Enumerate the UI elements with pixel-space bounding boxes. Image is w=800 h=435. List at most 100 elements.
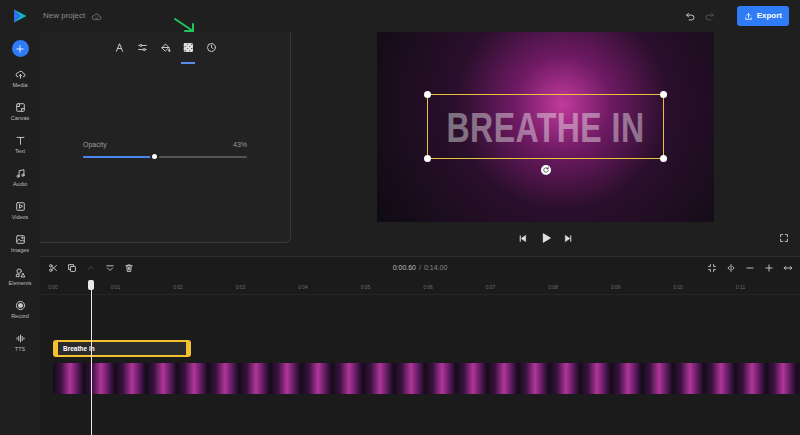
project-name[interactable]: New project (43, 10, 85, 22)
next-button[interactable] (563, 231, 575, 245)
record-icon (15, 300, 26, 311)
resize-handle[interactable] (660, 91, 667, 98)
undo-button[interactable] (684, 9, 698, 23)
ruler-label: 0:08 (543, 284, 563, 290)
sidebar-item[interactable]: Audio (0, 168, 40, 193)
cloud-saved-icon (91, 11, 102, 22)
top-bar: New project Export (0, 0, 800, 32)
ruler-label: 0:02 (168, 284, 188, 290)
fit-button[interactable] (705, 262, 718, 275)
fill-tab-icon (160, 42, 171, 53)
plus-icon (15, 44, 25, 54)
timeline: 0:00.60/0:14.000:000:010:020:030:040:050… (40, 256, 800, 435)
elements-icon (15, 267, 26, 278)
panel-tab[interactable] (135, 32, 149, 64)
audio-icon (15, 168, 26, 179)
fullscreen-button[interactable] (778, 232, 790, 244)
time-ruler[interactable]: 0:00 0:01 0:02 0:03 0:04 0:05 0:06 0:07 0:08 0:09… (40, 279, 800, 295)
zoom-out-icon (745, 263, 755, 273)
redo-button[interactable] (703, 9, 717, 23)
delete-icon (124, 263, 134, 273)
ruler-label: 0:04 (293, 284, 313, 290)
fit-icon (707, 263, 717, 273)
sidebar: Media Canvas Text Audio Videos Images Elements… (0, 32, 40, 435)
upload-icon (744, 12, 753, 21)
expand-button[interactable] (781, 262, 794, 275)
split-icon (48, 263, 58, 273)
sidebar-item[interactable]: Images (0, 234, 40, 259)
opacity-label: Opacity (83, 140, 107, 151)
sidebar-item[interactable]: Canvas (0, 102, 40, 127)
playback-controls (517, 231, 575, 245)
zoom-out-button[interactable] (743, 262, 756, 275)
export-button[interactable]: Export (737, 6, 789, 26)
timeline-toolbar: 0:00.60/0:14.00 (40, 257, 800, 279)
panel-tab[interactable] (204, 32, 218, 64)
clip-trim-handle[interactable] (186, 342, 189, 355)
canvas-icon (15, 102, 26, 113)
opacity-knob[interactable] (150, 152, 159, 161)
resize-handle[interactable] (424, 91, 431, 98)
zoom-in-button[interactable] (762, 262, 775, 275)
overlay-text[interactable]: BREATHE IN (446, 105, 644, 148)
time-display: 0:00.60/0:14.00 (393, 263, 448, 274)
move-up-button[interactable] (84, 262, 97, 275)
timing-tab-icon (206, 42, 217, 53)
text-icon (15, 135, 26, 146)
opacity-slider[interactable] (83, 156, 247, 158)
resize-handle[interactable] (660, 155, 667, 162)
clip-trim-handle[interactable] (55, 342, 58, 355)
previous-icon (518, 234, 527, 243)
duplicate-button[interactable] (65, 262, 78, 275)
text-clip[interactable]: Breathe in (53, 340, 191, 357)
panel-tabs (40, 32, 290, 64)
adjust-tab-icon (137, 42, 148, 53)
text-overlay-box[interactable]: BREATHE IN (427, 94, 664, 159)
ruler-label: 0:05 (356, 284, 376, 290)
panel-tab[interactable] (112, 32, 126, 64)
properties-panel: Opacity 43% (40, 32, 291, 243)
opacity-fill (83, 156, 154, 158)
move-down-button[interactable] (103, 262, 116, 275)
videos-icon (15, 201, 26, 212)
ruler-label: 0:01 (106, 284, 126, 290)
panel-tab[interactable] (181, 32, 195, 64)
ruler-label: 0:03 (231, 284, 251, 290)
previous-button[interactable] (517, 231, 529, 245)
split-view-icon (726, 263, 736, 273)
logo-icon[interactable] (0, 8, 40, 24)
tts-icon (15, 333, 26, 344)
timeline-tracks: 0:00 0:01 0:02 0:03 0:04 0:05 0:06 0:07 0:08 0:09… (40, 279, 800, 435)
ruler-label: 0:06 (418, 284, 438, 290)
split-view-button[interactable] (724, 262, 737, 275)
sidebar-item[interactable]: Elements (0, 267, 40, 292)
preview-area: BREATHE IN (291, 32, 800, 256)
sidebar-item[interactable]: Text (0, 135, 40, 160)
add-button[interactable] (12, 40, 29, 57)
resize-handle[interactable] (424, 155, 431, 162)
playhead[interactable] (88, 280, 95, 435)
opacity-reading: 43% (233, 140, 247, 151)
rotate-handle-icon[interactable] (541, 165, 551, 175)
zoom-in-icon (764, 263, 774, 273)
move-up-icon (86, 263, 96, 273)
ruler-label: 0:09 (606, 284, 626, 290)
panel-tab[interactable] (158, 32, 172, 64)
sidebar-item[interactable]: Media (0, 69, 40, 94)
play-icon (540, 232, 552, 244)
sidebar-item[interactable]: Record (0, 300, 40, 325)
annotation-arrow-icon (172, 16, 198, 36)
play-button[interactable] (540, 231, 552, 245)
video-clip[interactable] (53, 363, 800, 394)
split-button[interactable] (46, 262, 59, 275)
ruler-label: 0:00 (43, 284, 63, 290)
sidebar-item[interactable]: Videos (0, 201, 40, 226)
ruler-label: 0:10 (668, 284, 688, 290)
sidebar-item[interactable]: TTS (0, 333, 40, 358)
move-down-icon (105, 263, 115, 273)
delete-button[interactable] (122, 262, 135, 275)
next-icon (564, 234, 573, 243)
media-icon (15, 69, 26, 80)
ruler-label: 0:07 (481, 284, 501, 290)
images-icon (15, 234, 26, 245)
